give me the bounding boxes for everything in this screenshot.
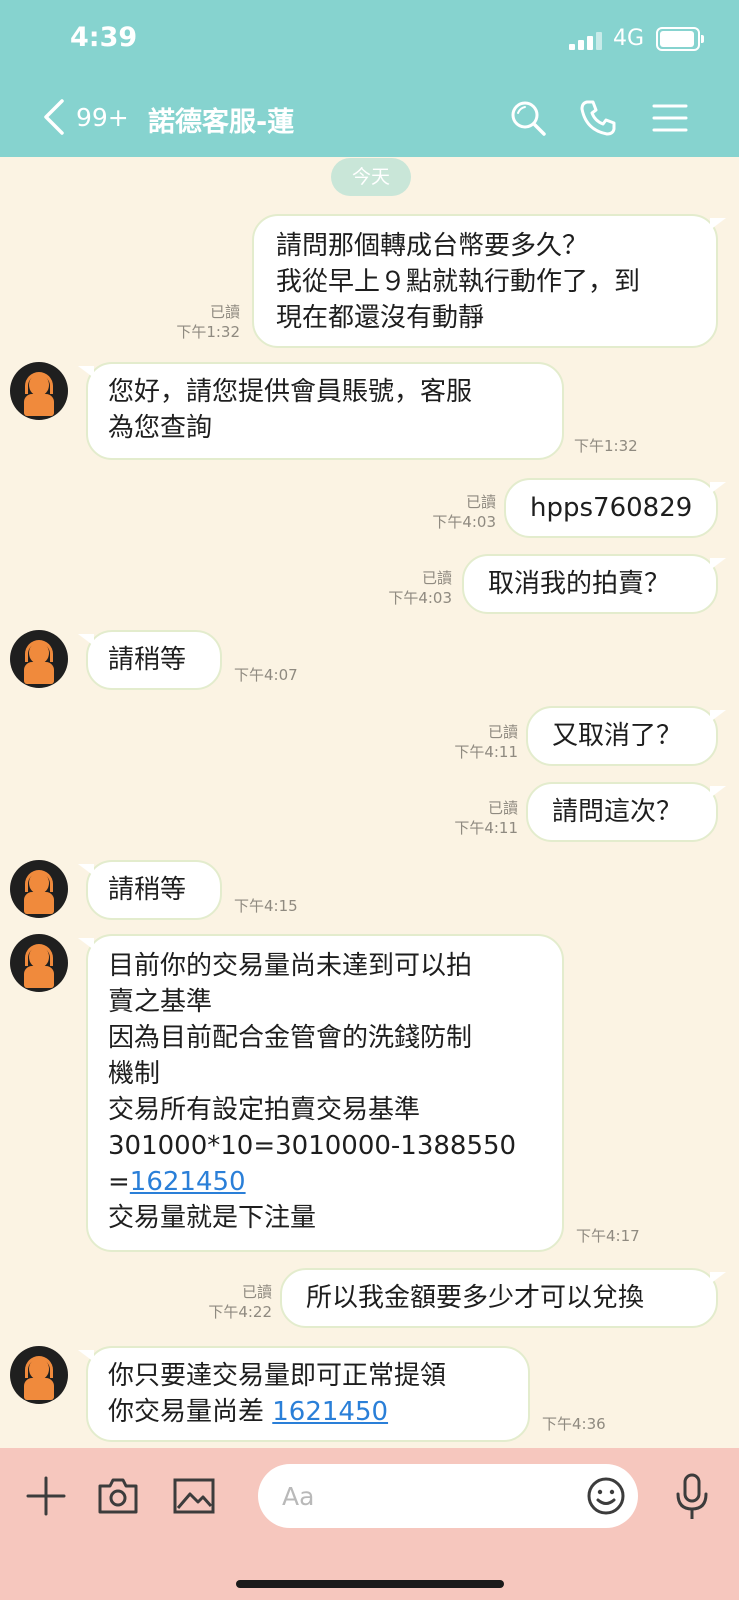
message-meta: 已讀 下午4:11 bbox=[426, 798, 518, 838]
message-meta: 已讀 下午1:32 bbox=[150, 302, 240, 342]
unread-count: 99+ bbox=[76, 103, 129, 132]
read-receipt: 已讀 bbox=[487, 799, 518, 817]
read-receipt: 已讀 bbox=[421, 569, 452, 587]
message-bubble-outgoing[interactable]: 取消我的拍賣？ bbox=[462, 554, 726, 614]
message-time: 下午4:17 bbox=[576, 1227, 640, 1245]
message-time: 下午1:32 bbox=[176, 323, 240, 341]
message-meta: 已讀 下午4:03 bbox=[356, 568, 452, 608]
agent-avatar[interactable] bbox=[10, 630, 68, 688]
message-bubble-incoming[interactable]: 請稍等 bbox=[78, 860, 222, 920]
chevron-left-icon bbox=[44, 99, 64, 135]
agent-avatar[interactable] bbox=[10, 860, 68, 918]
camera-icon[interactable] bbox=[96, 1474, 140, 1518]
agent-avatar[interactable] bbox=[10, 934, 68, 992]
message-time: 下午4:36 bbox=[542, 1415, 606, 1433]
home-indicator bbox=[236, 1580, 504, 1588]
composer-bar bbox=[0, 1448, 739, 1600]
message-bubble-outgoing[interactable]: 請問這次？ bbox=[526, 782, 726, 842]
amount-link[interactable]: 1621450 bbox=[130, 1167, 246, 1197]
message-text: 目前你的交易量尚未達到可以拍 賣之基準 因為目前配合金管會的洗錢防制 機制 交易… bbox=[108, 951, 517, 1197]
network-label: 4G bbox=[613, 26, 645, 51]
read-receipt: 已讀 bbox=[487, 723, 518, 741]
message-text: 交易量就是下注量 bbox=[108, 1203, 317, 1233]
amount-link[interactable]: 1621450 bbox=[272, 1397, 388, 1427]
message-meta: 已讀 下午4:03 bbox=[400, 492, 496, 532]
agent-avatar[interactable] bbox=[10, 362, 68, 420]
status-time: 4:39 bbox=[70, 22, 138, 53]
search-icon[interactable] bbox=[508, 98, 548, 138]
chat-header: 4:39 4G 99+ 諾德客服-蓮 bbox=[0, 0, 739, 157]
message-bubble-incoming[interactable]: 您好，請您提供會員賬號，客服 為您查詢 bbox=[78, 362, 564, 460]
message-bubble-incoming[interactable]: 目前你的交易量尚未達到可以拍 賣之基準 因為目前配合金管會的洗錢防制 機制 交易… bbox=[78, 934, 564, 1252]
read-receipt: 已讀 bbox=[209, 303, 240, 321]
message-time: 下午4:11 bbox=[454, 819, 518, 837]
message-time: 下午1:32 bbox=[574, 437, 638, 455]
message-time: 下午4:11 bbox=[454, 743, 518, 761]
message-meta: 已讀 下午4:22 bbox=[180, 1282, 272, 1322]
message-time: 下午4:03 bbox=[432, 513, 496, 531]
message-bubble-outgoing[interactable]: 又取消了？ bbox=[526, 706, 726, 766]
date-divider: 今天 bbox=[331, 158, 411, 196]
message-meta: 已讀 下午4:11 bbox=[426, 722, 518, 762]
message-bubble-outgoing[interactable]: 請問那個轉成台幣要多久？ 我從早上９點就執行動作了，到 現在都還沒有動靜 bbox=[252, 214, 726, 348]
battery-icon bbox=[656, 27, 704, 51]
message-time: 下午4:22 bbox=[208, 1303, 272, 1321]
message-bubble-incoming[interactable]: 你只要達交易量即可正常提領 你交易量尚差 1621450 bbox=[78, 1346, 530, 1442]
message-bubble-outgoing[interactable]: 所以我金額要多少才可以兌換 bbox=[280, 1268, 726, 1328]
message-input[interactable] bbox=[258, 1464, 638, 1528]
menu-icon[interactable] bbox=[650, 98, 690, 138]
chat-title: 諾德客服-蓮 bbox=[148, 107, 295, 138]
phone-icon[interactable] bbox=[578, 98, 618, 138]
image-icon[interactable] bbox=[172, 1474, 216, 1518]
back-button[interactable]: 99+ bbox=[42, 95, 132, 139]
message-bubble-outgoing[interactable]: hpps760829 bbox=[504, 478, 726, 538]
emoji-icon[interactable] bbox=[586, 1476, 626, 1516]
read-receipt: 已讀 bbox=[465, 493, 496, 511]
read-receipt: 已讀 bbox=[241, 1283, 272, 1301]
agent-avatar[interactable] bbox=[10, 1346, 68, 1404]
message-time: 下午4:07 bbox=[234, 666, 298, 684]
message-time: 下午4:15 bbox=[234, 897, 298, 915]
status-bar: 4:39 4G bbox=[0, 0, 739, 82]
message-time: 下午4:03 bbox=[388, 589, 452, 607]
signal-icon bbox=[569, 30, 605, 50]
message-bubble-incoming[interactable]: 請稍等 bbox=[78, 630, 222, 690]
plus-icon[interactable] bbox=[24, 1474, 68, 1518]
microphone-icon[interactable] bbox=[672, 1472, 712, 1522]
